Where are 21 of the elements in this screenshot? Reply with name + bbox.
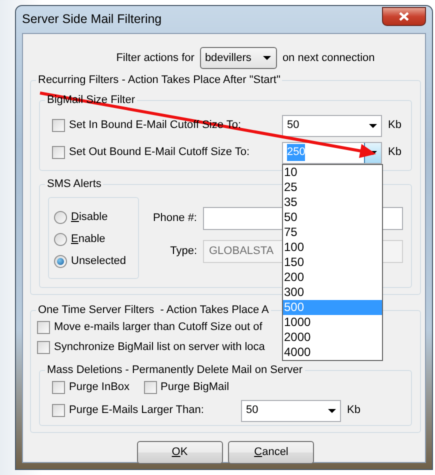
unit-label: Kb	[388, 145, 402, 160]
group-label: Recurring Filters - Action Takes Place After "Start"	[37, 73, 282, 87]
checkbox-label: Purge InBox	[69, 380, 130, 396]
field-label: Phone #:	[152, 211, 197, 226]
radio-label: Disable	[71, 210, 108, 225]
radio-label: Enable	[71, 232, 106, 247]
group-label: Mass Deletions - Permanently Delete Mail on Server	[46, 363, 304, 377]
checkbox-label: Purge E-Mails Larger Than:	[69, 403, 205, 418]
unit-label: Kb	[388, 118, 402, 134]
checkbox-label: Purge BigMail	[160, 380, 230, 396]
window-title: Server Side Mail Filtering	[22, 11, 162, 28]
filter-label: on next connection	[282, 50, 375, 66]
checkbox-label: Set Out Bound E-Mail Cutoff Size To:	[69, 145, 251, 160]
radio-label: Unselected	[71, 254, 126, 269]
field-label: Type:	[169, 244, 197, 260]
group-label: One Time Server Filters - Action Takes Place A	[37, 303, 270, 317]
checkbox-label: Move e-mails larger than Cutoff Size out of	[54, 320, 262, 335]
group-label: SMS Alerts	[46, 177, 102, 191]
filter-label: Filter actions for	[116, 50, 194, 66]
unit-label: Kb	[347, 403, 360, 418]
checkbox-label: Synchronize BigMail list on server with loca	[54, 340, 265, 355]
